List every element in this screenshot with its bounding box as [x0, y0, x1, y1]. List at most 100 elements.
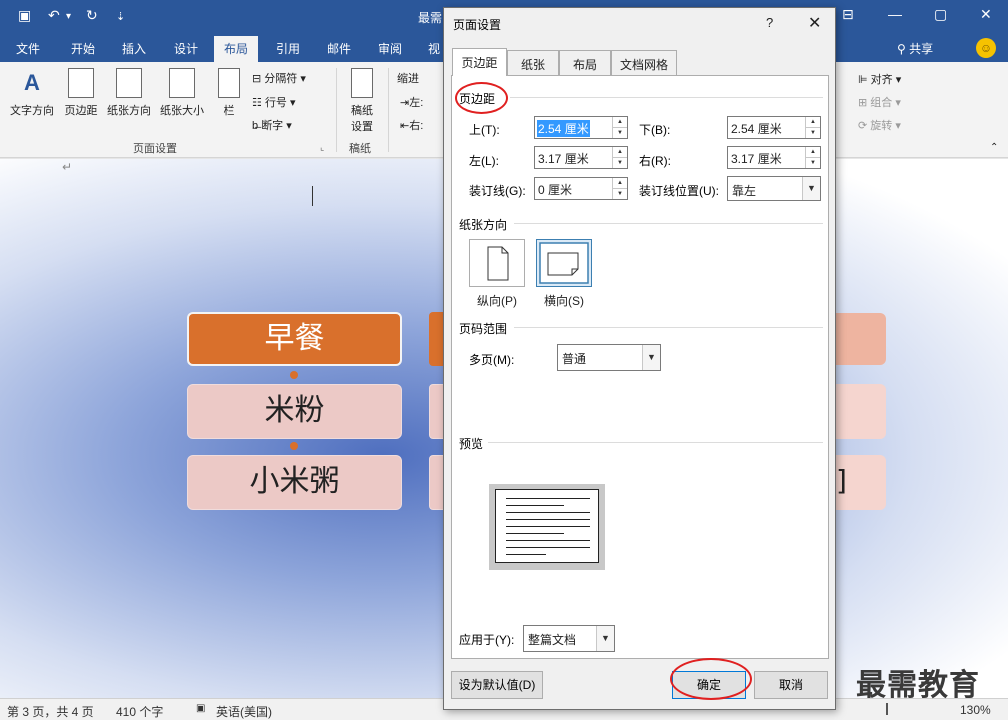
group-button[interactable]: ⊞ 组合 ▾	[858, 94, 901, 110]
undo-dropdown-icon[interactable]: ▾	[66, 11, 71, 22]
columns-button[interactable]: 栏	[214, 68, 244, 118]
customize-qat-icon[interactable]: ⇣	[116, 10, 125, 23]
breaks-button[interactable]: ⊟ 分隔符 ▾	[252, 70, 306, 86]
tab-mailings[interactable]: 邮件	[327, 40, 351, 57]
spinner-arrows[interactable]: ▲ ▼	[612, 147, 627, 168]
smartart-box-breakfast[interactable]: 早餐	[187, 312, 402, 366]
line-numbers-button[interactable]: ☷ 行号 ▾	[252, 94, 296, 110]
up-arrow-icon[interactable]: ▲	[613, 178, 627, 188]
indent-right-label: 右:	[409, 120, 424, 132]
feedback-smiley-icon[interactable]: ☺	[976, 38, 996, 58]
connector-dot	[290, 442, 298, 450]
tab-layout[interactable]: 布局	[214, 36, 259, 62]
chevron-down-icon[interactable]: ▼	[596, 626, 614, 651]
dialog-close-icon[interactable]: ✕	[808, 13, 821, 33]
proofing-icon[interactable]: ▣	[196, 703, 205, 714]
tab-references[interactable]: 引用	[276, 40, 300, 57]
indent-right[interactable]: ⇤右:	[400, 117, 423, 133]
share-button[interactable]: ⚲ 共享	[897, 40, 933, 57]
chevron-down-icon[interactable]: ▼	[642, 345, 660, 370]
landscape-option[interactable]	[536, 239, 592, 287]
tab-home[interactable]: 开始	[71, 40, 95, 57]
redo-icon[interactable]: ↻	[86, 7, 98, 24]
language-indicator[interactable]: 英语(美国)	[216, 703, 272, 720]
apply-to-select[interactable]: 整篇文档 ▼	[523, 625, 615, 652]
gutter-spinner[interactable]: 0 厘米 ▲ ▼	[534, 177, 628, 200]
page-count[interactable]: 第 3 页，共 4 页	[7, 703, 94, 720]
left-margin-spinner[interactable]: 3.17 厘米 ▲ ▼	[534, 146, 628, 169]
word-count[interactable]: 410 个字	[116, 703, 163, 720]
tab-insert[interactable]: 插入	[122, 40, 146, 57]
tab-layout-dialog[interactable]: 布局	[559, 50, 611, 75]
maximize-icon[interactable]: ▢	[934, 6, 947, 23]
left-margin-value[interactable]: 3.17 厘米	[537, 150, 590, 167]
size-button[interactable]: 纸张大小	[156, 68, 208, 118]
up-arrow-icon[interactable]: ▲	[806, 147, 820, 157]
window-close-icon[interactable]: ✕	[980, 6, 992, 23]
tab-file[interactable]: 文件	[16, 40, 40, 57]
text-direction-button[interactable]: A 文字方向	[6, 68, 58, 118]
smartart-box-rice-noodle[interactable]: 米粉	[187, 384, 402, 439]
multiple-pages-select[interactable]: 普通 ▼	[557, 344, 661, 371]
down-arrow-icon[interactable]: ▼	[613, 157, 627, 167]
tab-review[interactable]: 审阅	[378, 40, 402, 57]
tab-doc-grid[interactable]: 文档网格	[611, 50, 677, 75]
rotate-button[interactable]: ⟳ 旋转 ▾	[858, 117, 901, 133]
right-margin-spinner[interactable]: 3.17 厘米 ▲ ▼	[727, 146, 821, 169]
right-margin-value[interactable]: 3.17 厘米	[730, 150, 783, 167]
down-arrow-icon[interactable]: ▼	[806, 157, 820, 167]
spinner-arrows[interactable]: ▲ ▼	[612, 178, 627, 199]
spinner-arrows[interactable]: ▲ ▼	[805, 147, 820, 168]
spinner-arrows[interactable]: ▲ ▼	[612, 117, 627, 138]
align-button[interactable]: ⊫ 对齐 ▾	[858, 71, 901, 87]
save-icon[interactable]: ▣	[18, 7, 31, 24]
portrait-label[interactable]: 纵向(P)	[477, 292, 517, 309]
chevron-down-icon[interactable]: ▼	[802, 177, 820, 200]
gutter-value[interactable]: 0 厘米	[537, 181, 573, 198]
ribbon-display-icon[interactable]: ⊟	[842, 6, 854, 23]
tab-margins[interactable]: 页边距	[452, 48, 507, 76]
up-arrow-icon[interactable]: ▲	[806, 117, 820, 127]
tab-paper[interactable]: 纸张	[507, 50, 559, 75]
smartart-box-millet-porridge[interactable]: 小米粥	[187, 455, 402, 510]
down-arrow-icon[interactable]: ▼	[613, 188, 627, 198]
hyphenation-label: 断字	[261, 120, 284, 132]
share-label: 共享	[909, 42, 934, 56]
top-margin-label: 上(T):	[469, 123, 500, 137]
up-arrow-icon[interactable]: ▲	[613, 117, 627, 127]
tab-view[interactable]: 视	[428, 40, 440, 57]
cancel-button[interactable]: 取消	[754, 671, 828, 699]
margins-button[interactable]: 页边距	[60, 68, 102, 118]
zoom-slider-thumb[interactable]	[886, 703, 888, 715]
page-setup-launcher-icon[interactable]: ⌞	[320, 142, 324, 153]
smartart-box-partial[interactable]	[836, 313, 886, 365]
down-arrow-icon[interactable]: ▼	[613, 127, 627, 137]
annotation-circle	[455, 82, 508, 114]
tab-design[interactable]: 设计	[174, 40, 198, 57]
portrait-option[interactable]	[469, 239, 525, 287]
smartart-box-partial[interactable]	[836, 384, 886, 439]
top-margin-value[interactable]: 2.54 厘米	[537, 120, 590, 137]
manuscript-button[interactable]: 稿纸 设置	[344, 68, 380, 134]
page-preview	[489, 484, 605, 570]
preview-line	[506, 519, 590, 520]
zoom-level[interactable]: 130%	[960, 703, 991, 717]
undo-icon[interactable]: ↶	[48, 7, 60, 24]
bottom-margin-value[interactable]: 2.54 厘米	[730, 120, 783, 137]
hyphenation-button[interactable]: b̶ 断字 ▾	[252, 117, 292, 133]
help-icon[interactable]: ?	[766, 15, 773, 30]
gutter-position-select[interactable]: 靠左 ▼	[727, 176, 821, 201]
minimize-icon[interactable]: —	[888, 6, 902, 22]
smartart-box-partial[interactable]: ]	[836, 455, 886, 510]
spinner-arrows[interactable]: ▲ ▼	[805, 117, 820, 138]
down-arrow-icon[interactable]: ▼	[806, 127, 820, 137]
landscape-label[interactable]: 横向(S)	[544, 292, 584, 309]
collapse-ribbon-icon[interactable]: ⌃	[990, 142, 998, 153]
up-arrow-icon[interactable]: ▲	[613, 147, 627, 157]
indent-left[interactable]: ⇥左:	[400, 94, 423, 110]
orientation-button[interactable]: 纸张方向	[104, 68, 154, 118]
set-default-button[interactable]: 设为默认值(D)	[451, 671, 543, 699]
top-margin-spinner[interactable]: 2.54 厘米 ▲ ▼	[534, 116, 628, 139]
group-separator	[336, 68, 337, 152]
bottom-margin-spinner[interactable]: 2.54 厘米 ▲ ▼	[727, 116, 821, 139]
